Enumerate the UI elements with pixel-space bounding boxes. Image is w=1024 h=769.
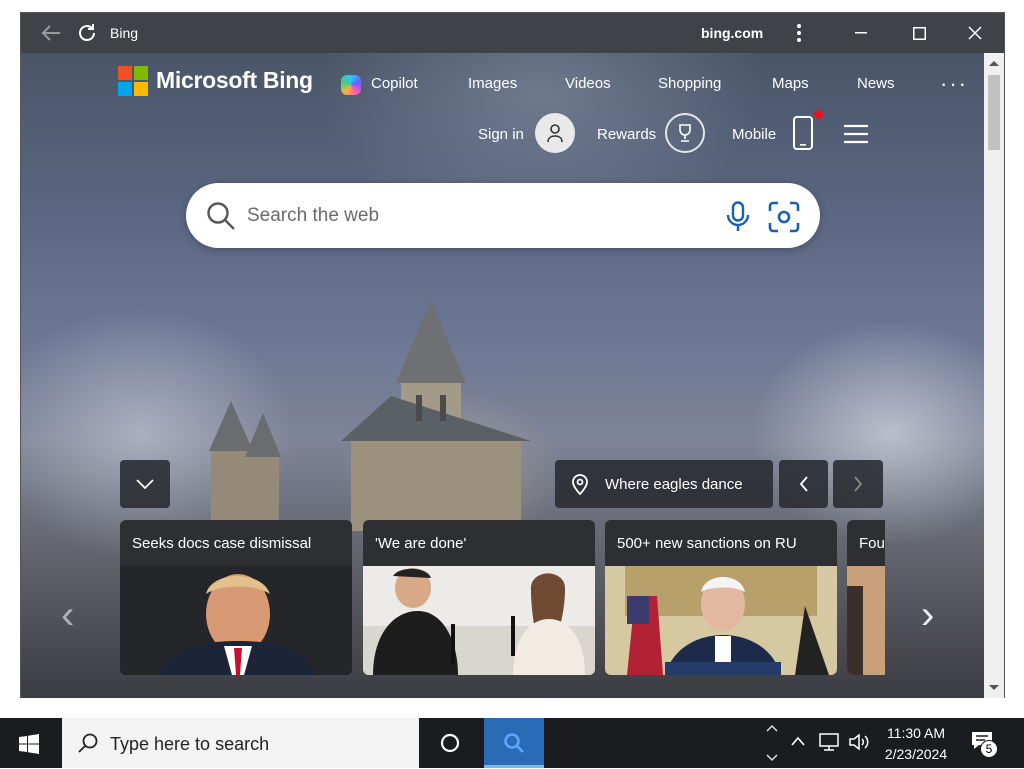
- taskbar-scroll-control[interactable]: [764, 722, 780, 764]
- rewards-trophy-icon[interactable]: [665, 113, 705, 153]
- search-box[interactable]: Search the web: [186, 183, 820, 248]
- chevron-up-down-icon: [766, 724, 778, 762]
- visual-search-icon[interactable]: [768, 201, 800, 233]
- previous-image-button[interactable]: [779, 460, 828, 508]
- hamburger-menu-icon[interactable]: [843, 123, 869, 145]
- news-card-title: Fou: [859, 535, 885, 552]
- close-button[interactable]: [946, 13, 1004, 53]
- monastery-image: [209, 301, 531, 531]
- news-card-image: [363, 566, 595, 675]
- clock-time: 11:30 AM: [886, 725, 946, 741]
- nav-images[interactable]: Images: [468, 75, 517, 92]
- search-icon: [78, 733, 98, 753]
- volume-icon[interactable]: [848, 733, 870, 751]
- more-nav-button[interactable]: ···: [940, 71, 968, 97]
- clock-date: 2/23/2024: [884, 746, 948, 762]
- chevron-left-icon: [799, 476, 808, 492]
- refresh-icon[interactable]: [75, 21, 99, 45]
- sign-in-link[interactable]: Sign in: [478, 126, 524, 143]
- image-location-label: Where eagles dance: [605, 475, 743, 493]
- feed-next-arrow-icon[interactable]: ›: [921, 593, 934, 638]
- microphone-icon[interactable]: [726, 201, 750, 233]
- minimize-button[interactable]: [832, 13, 890, 53]
- title-bar: Bing bing.com: [21, 13, 1004, 53]
- taskbar-search-input[interactable]: Type here to search: [110, 734, 269, 755]
- show-hidden-icons-icon[interactable]: [790, 735, 806, 747]
- location-pin-icon: [572, 474, 588, 495]
- window-title: Bing: [110, 25, 139, 41]
- news-card-title: Seeks docs case dismissal: [132, 535, 312, 552]
- news-card-title: 'We are done': [375, 535, 467, 552]
- copilot-icon[interactable]: [341, 75, 361, 95]
- taskbar: Type here to search 11:30 AM 2/23/2024 5: [0, 718, 1024, 768]
- kebab-menu-icon[interactable]: [787, 21, 811, 45]
- url-domain[interactable]: bing.com: [701, 25, 763, 41]
- collapse-feed-button[interactable]: [120, 460, 170, 508]
- search-input[interactable]: Search the web: [247, 205, 379, 227]
- news-card[interactable]: 'We are done': [363, 520, 595, 675]
- news-card[interactable]: 500+ new sanctions on RU: [605, 520, 837, 675]
- cortana-icon: [440, 733, 460, 753]
- notification-count-badge: 5: [980, 740, 998, 758]
- rewards-link[interactable]: Rewards: [597, 126, 656, 143]
- scroll-down-arrow-icon[interactable]: [989, 685, 999, 691]
- network-icon[interactable]: [818, 732, 840, 752]
- system-clock[interactable]: 11:30 AM 2/23/2024: [876, 723, 956, 765]
- news-card[interactable]: Fou: [847, 520, 885, 675]
- vertical-scrollbar[interactable]: [984, 53, 1004, 698]
- news-card-image: [847, 566, 885, 675]
- scrollbar-thumb[interactable]: [988, 75, 1000, 150]
- scroll-up-arrow-icon[interactable]: [989, 60, 999, 66]
- search-icon: [207, 202, 235, 230]
- logo-text[interactable]: Microsoft Bing: [156, 67, 313, 94]
- windows-start-icon[interactable]: [19, 734, 39, 754]
- taskbar-search-box[interactable]: Type here to search: [62, 718, 419, 768]
- image-location-button[interactable]: Where eagles dance: [555, 460, 773, 508]
- browser-window: Bing bing.com Microsoft Bing Copilot Ima…: [20, 12, 1005, 698]
- nav-copilot[interactable]: Copilot: [371, 75, 418, 92]
- notification-dot: [814, 110, 823, 119]
- feed-previous-arrow-icon[interactable]: ‹: [61, 593, 74, 638]
- back-arrow-icon[interactable]: [39, 21, 63, 45]
- chevron-down-icon: [136, 479, 154, 489]
- chevron-right-icon: [854, 476, 863, 492]
- bing-homepage: Microsoft Bing Copilot Images Videos Sho…: [21, 53, 984, 698]
- news-card[interactable]: Seeks docs case dismissal: [120, 520, 352, 675]
- nav-videos[interactable]: Videos: [565, 75, 611, 92]
- microsoft-logo-icon[interactable]: [118, 66, 148, 96]
- cortana-button[interactable]: [420, 718, 480, 768]
- nav-shopping[interactable]: Shopping: [658, 75, 721, 92]
- mobile-phone-icon[interactable]: [792, 110, 823, 151]
- search-app-icon: [504, 733, 524, 753]
- mobile-link[interactable]: Mobile: [732, 126, 776, 143]
- news-card-image: [120, 566, 352, 675]
- action-center-button[interactable]: 5: [970, 730, 998, 758]
- news-card-title: 500+ new sanctions on RU: [617, 535, 797, 552]
- nav-maps[interactable]: Maps: [772, 75, 809, 92]
- nav-news[interactable]: News: [857, 75, 895, 92]
- next-image-button[interactable]: [833, 460, 883, 508]
- user-avatar-icon[interactable]: [535, 113, 575, 153]
- taskbar-app-search[interactable]: [484, 718, 544, 768]
- maximize-button[interactable]: [890, 13, 948, 53]
- news-card-image: [605, 566, 837, 675]
